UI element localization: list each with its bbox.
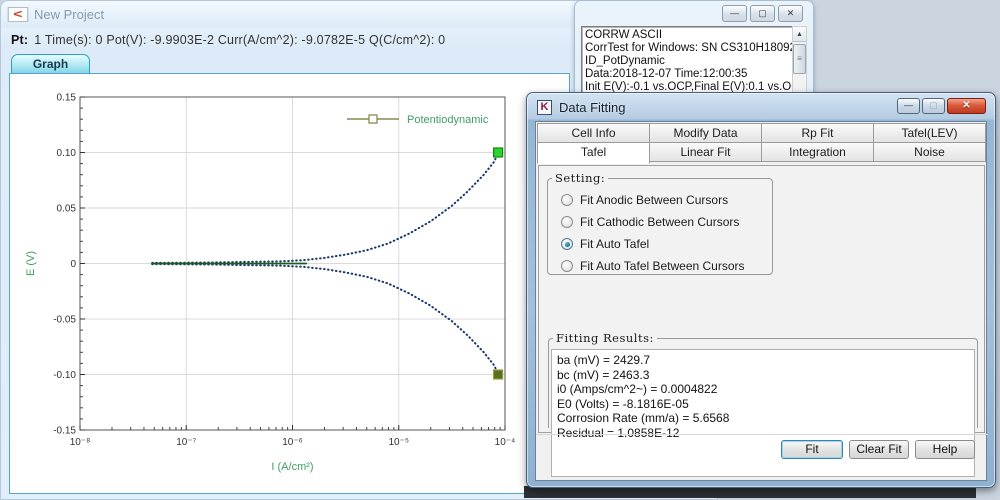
graph-panel: 10⁻⁸ 10⁻⁷ 10⁻⁶ 10⁻⁵ 10⁻⁴ 0.15 0.10 0.05 0 -0.05 -0… [9,73,570,494]
svg-text:I (A/cm²): I (A/cm²) [271,461,313,473]
info-line: CORRW ASCII [585,29,790,42]
info-line: ID_PotDynamic [585,55,790,68]
info-window-controls: — ▢ ✕ [722,5,803,22]
tab-integration[interactable]: Integration [761,142,874,162]
radio-icon[interactable] [561,194,573,206]
tafel-tab-page: Setting: Fit Anodic Between Cursors Fit … [538,165,985,433]
result-line: i0 (Amps/cm^2~) = 0.0004822 [557,382,969,397]
fitting-results-group: Fitting Results: ba (mV) = 2429.7 bc (mV… [548,331,978,428]
svg-text:10⁻⁴: 10⁻⁴ [495,437,516,448]
status-values: 1 Time(s): 0 Pot(V): -9.9903E-2 Curr(A/c… [34,33,445,47]
tab-graph[interactable]: Graph [11,54,90,74]
result-line: ba (mV) = 2429.7 [557,353,969,368]
svg-text:0.15: 0.15 [57,93,77,104]
svg-text:Potentiodynamic: Potentiodynamic [407,114,489,126]
tab-noise[interactable]: Noise [873,142,986,162]
radio-icon[interactable] [561,238,573,250]
scroll-up-icon[interactable]: ▲ [793,27,806,42]
svg-text:-0.05: -0.05 [53,315,76,326]
dialog-title: Data Fitting [559,100,625,115]
info-line: Data:2018-12-07 Time:12:00:35 [585,68,790,81]
result-line: E0 (Volts) = -8.1816E-05 [557,397,969,412]
tab-rp-fit[interactable]: Rp Fit [761,123,874,143]
svg-text:0: 0 [70,259,76,270]
minimize-icon[interactable]: — [897,98,920,114]
svg-text:0.05: 0.05 [57,204,77,215]
minimize-icon[interactable]: — [722,5,747,22]
close-icon[interactable]: ✕ [778,5,803,22]
tab-tafel[interactable]: Tafel [537,142,650,164]
tab-tafel-lev[interactable]: Tafel(LEV) [873,123,986,143]
fitting-results-legend: Fitting Results: [553,331,657,345]
dialog-footer: Fit Clear Fit Help [536,434,988,480]
status-readout: Pt: 1 Time(s): 0 Pot(V): -9.9903E-2 Curr(… [11,33,445,47]
radio-fit-auto-tafel-cursors[interactable]: Fit Auto Tafel Between Cursors [561,259,772,273]
tab-cell-info[interactable]: Cell Info [537,123,650,143]
maximize-icon: ▢ [922,98,945,114]
result-line: Corrosion Rate (mm/a) = 5.6568 [557,411,969,426]
svg-text:10⁻⁷: 10⁻⁷ [176,437,196,448]
tab-graph-label: Graph [33,57,68,71]
scrollbar-thumb[interactable]: ≡ [793,44,806,74]
corrtest-app-icon: < [8,7,29,22]
result-line: bc (mV) = 2463.3 [557,368,969,383]
svg-text:-0.10: -0.10 [53,370,76,381]
svg-text:E (V): E (V) [25,251,37,276]
svg-text:0.10: 0.10 [57,148,77,159]
setting-group: Setting: Fit Anodic Between Cursors Fit … [547,171,773,275]
help-button[interactable]: Help [915,440,975,459]
clear-fit-button[interactable]: Clear Fit [849,440,909,459]
fit-button[interactable]: Fit [781,440,843,459]
fitting-tabs: Cell Info Modify Data Rp Fit Tafel(LEV) … [537,124,986,164]
svg-text:10⁻⁶: 10⁻⁶ [282,437,303,448]
info-line: CorrTest for Windows: SN CS310H1809292 [585,42,790,55]
dialog-window-controls: — ▢ ✕ [897,98,986,114]
main-window-title: New Project [34,7,104,22]
radio-icon[interactable] [561,216,573,228]
polarization-chart: 10⁻⁸ 10⁻⁷ 10⁻⁶ 10⁻⁵ 10⁻⁴ 0.15 0.10 0.05 0 -0.05 -0… [10,74,569,493]
radio-icon[interactable] [561,260,573,272]
dialog-client-area: Cell Info Modify Data Rp Fit Tafel(LEV) … [535,121,987,481]
svg-text:10⁻⁵: 10⁻⁵ [388,437,409,448]
tab-linear-fit[interactable]: Linear Fit [649,142,762,162]
setting-legend: Setting: [552,171,608,185]
svg-text:10⁻⁸: 10⁻⁸ [70,437,91,448]
svg-text:-0.15: -0.15 [53,426,76,437]
close-icon[interactable]: ✕ [947,98,986,114]
corrtest-dialog-icon: K [537,100,552,115]
radio-fit-anodic[interactable]: Fit Anodic Between Cursors [561,193,772,207]
radio-fit-cathodic[interactable]: Fit Cathodic Between Cursors [561,215,772,229]
radio-fit-auto-tafel[interactable]: Fit Auto Tafel [561,237,772,251]
maximize-icon[interactable]: ▢ [750,5,775,22]
tab-modify-data[interactable]: Modify Data [649,123,762,143]
status-pt-label: Pt: [11,33,28,47]
data-fitting-dialog: K Data Fitting — ▢ ✕ Cell Info Modify Da… [526,92,996,488]
